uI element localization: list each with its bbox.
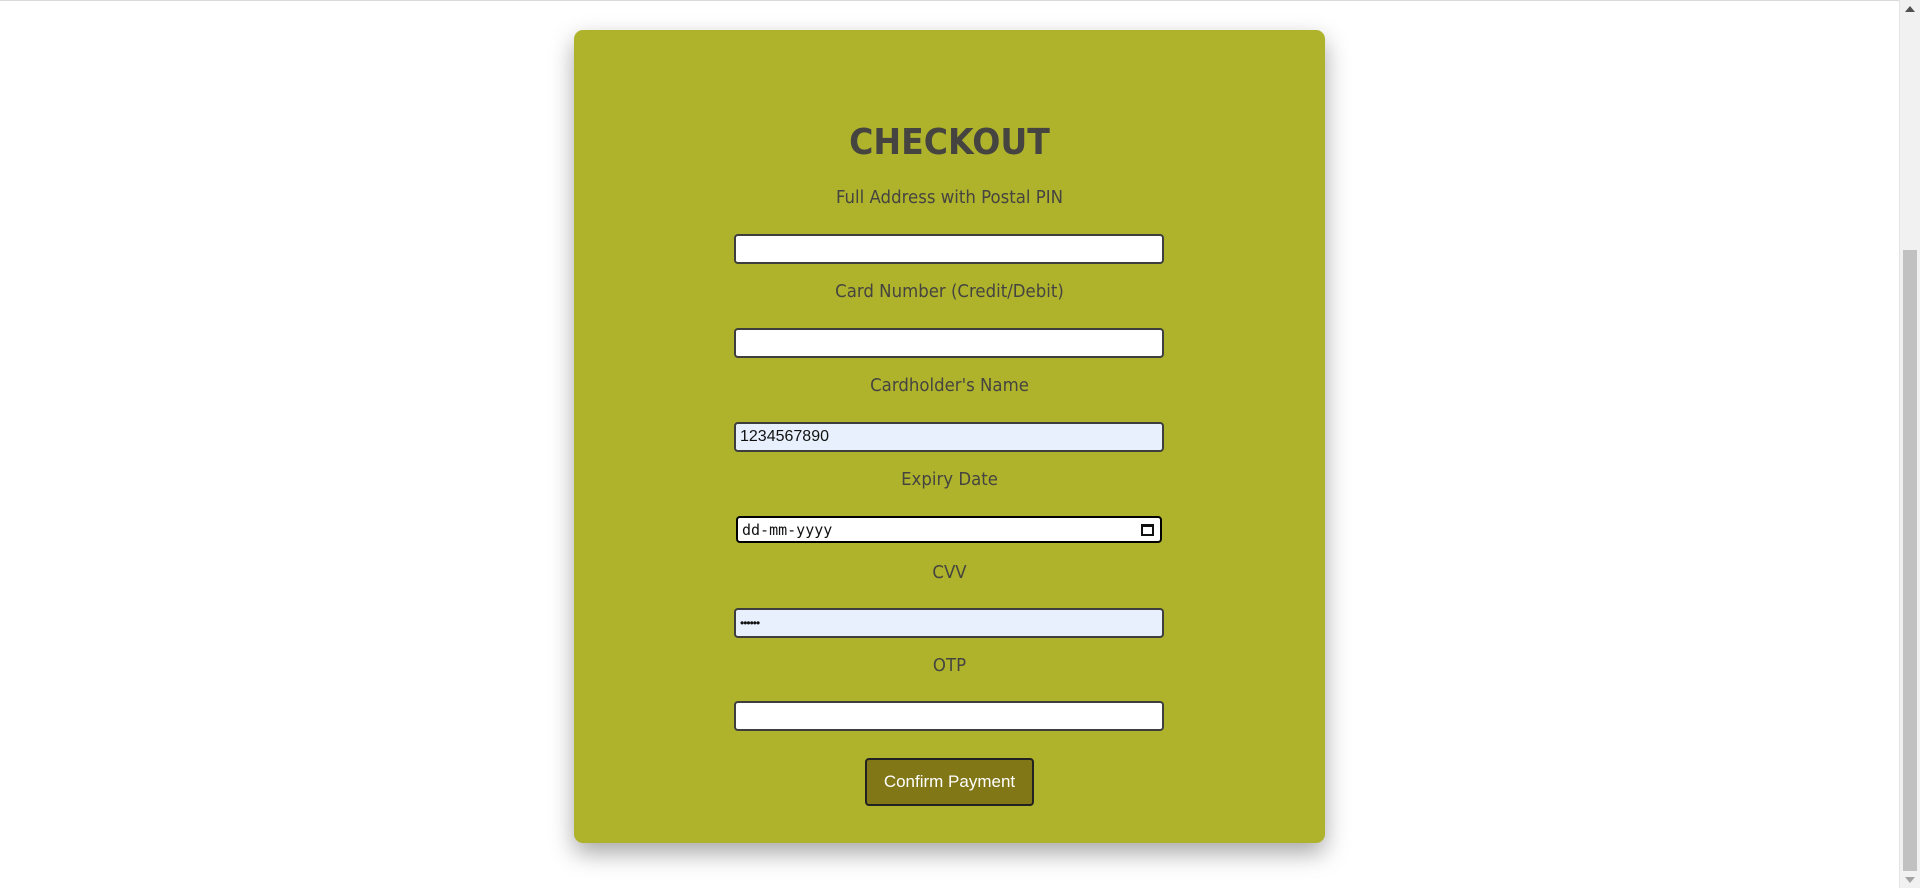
confirm-payment-button[interactable]: Confirm Payment <box>865 758 1034 806</box>
page-top-border <box>0 0 1899 1</box>
cardholder-name-input[interactable]: 1234567890 <box>734 422 1164 452</box>
checkout-form: CHECKOUT Full Address with Postal PIN Ca… <box>574 30 1325 843</box>
otp-label: OTP <box>932 655 967 676</box>
page-title: CHECKOUT <box>849 122 1050 163</box>
cardholder-name-label: Cardholder's Name <box>870 375 1029 396</box>
scrollbar-thumb[interactable] <box>1903 250 1917 871</box>
calendar-icon[interactable] <box>1141 523 1154 536</box>
address-label: Full Address with Postal PIN <box>835 187 1064 208</box>
address-input[interactable] <box>734 234 1164 264</box>
card-number-input[interactable] <box>734 328 1164 358</box>
cvv-label: CVV <box>932 562 967 583</box>
expiry-date-input[interactable]: dd-mm-yyyy <box>736 516 1162 543</box>
expiry-date-label: Expiry Date <box>901 469 998 490</box>
card-number-label: Card Number (Credit/Debit) <box>835 281 1064 302</box>
cvv-input[interactable]: •••••• <box>734 608 1164 638</box>
otp-input[interactable] <box>734 701 1164 731</box>
scroll-down-arrow-icon[interactable] <box>1900 871 1920 888</box>
vertical-scrollbar[interactable] <box>1899 0 1920 888</box>
scroll-up-arrow-icon[interactable] <box>1900 0 1920 17</box>
expiry-date-placeholder: dd-mm-yyyy <box>742 520 833 539</box>
